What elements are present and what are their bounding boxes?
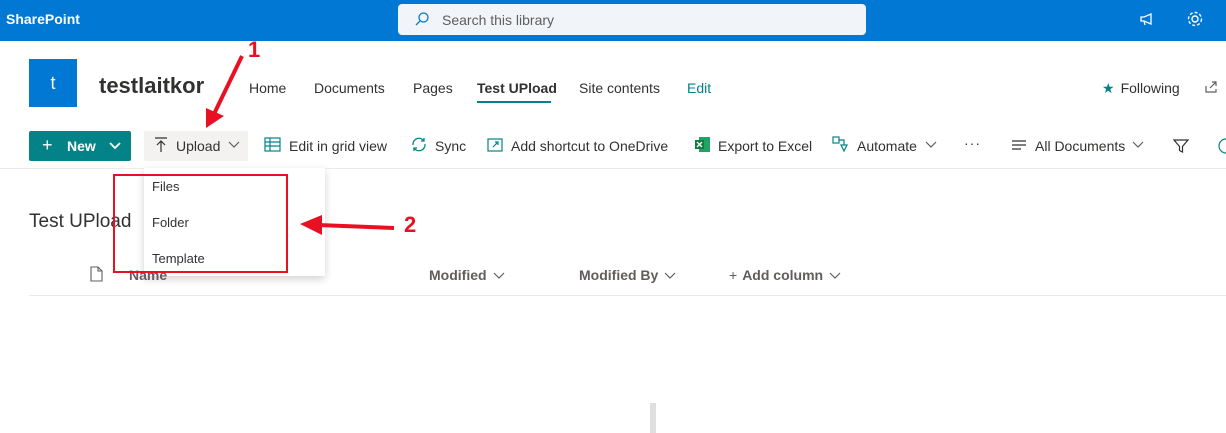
upload-icon [154,137,168,153]
chevron-down-icon [228,141,240,149]
search-icon [414,11,430,27]
export-excel-button[interactable]: Export to Excel [718,138,812,154]
annotation-arrow-1 [206,55,244,128]
app-brand[interactable]: SharePoint [6,11,80,27]
edit-grid-view-button[interactable]: Edit in grid view [289,138,387,154]
add-column-button[interactable]: + Add column [729,267,841,283]
following-button[interactable]: ★ Following [1102,80,1180,97]
chevron-down-icon [1132,141,1144,149]
shortcut-icon [487,136,505,153]
column-modified-label: Modified [429,267,487,283]
new-button[interactable]: + New [29,131,131,161]
active-nav-indicator [477,101,551,103]
nav-pages[interactable]: Pages [413,80,453,96]
add-column-label: Add column [742,267,824,283]
nav-site-contents[interactable]: Site contents [579,80,660,96]
suite-bar: SharePoint Search this library [0,0,1226,41]
file-type-icon [90,266,103,282]
view-list-icon [1011,139,1027,151]
more-options-button[interactable]: ··· [964,135,981,151]
loading-indicator [650,403,656,433]
grid-icon [264,136,281,153]
new-label: New [67,138,96,154]
excel-icon [694,136,711,153]
view-selector[interactable]: All Documents [1035,138,1125,154]
plus-icon: + [729,267,738,283]
megaphone-icon[interactable] [1138,10,1156,28]
chevron-down-icon [109,139,121,151]
search-box[interactable]: Search this library [398,4,866,35]
site-logo[interactable]: t [29,59,77,107]
sync-button[interactable]: Sync [435,138,466,154]
annotation-arrow-2 [300,215,395,235]
search-placeholder: Search this library [442,12,555,28]
nav-documents[interactable]: Documents [314,80,385,96]
plus-icon: + [42,135,53,155]
chevron-down-icon [829,272,841,280]
annotation-highlight-box [113,174,288,273]
share-icon[interactable] [1204,80,1218,94]
sync-icon [410,136,428,153]
nav-edit[interactable]: Edit [687,80,711,96]
column-modified-by-label: Modified By [579,267,659,283]
nav-test-upload[interactable]: Test UPload [477,80,557,96]
automate-button[interactable]: Automate [857,138,917,154]
column-modified[interactable]: Modified [429,267,505,283]
site-title[interactable]: testlaitkor [99,73,204,99]
nav-home[interactable]: Home [249,80,286,96]
following-label: Following [1120,80,1180,96]
upload-label: Upload [176,138,221,154]
info-icon[interactable] [1218,138,1226,154]
gear-icon[interactable] [1186,10,1204,28]
automate-icon [832,136,850,153]
filter-icon[interactable] [1173,138,1189,154]
add-shortcut-button[interactable]: Add shortcut to OneDrive [511,138,668,154]
chevron-down-icon [925,141,937,149]
column-modified-by[interactable]: Modified By [579,267,676,283]
annotation-number-2: 2 [404,212,417,237]
star-icon: ★ [1102,80,1115,96]
chevron-down-icon [493,272,505,280]
chevron-down-icon [664,272,676,280]
header-divider [29,295,1226,296]
